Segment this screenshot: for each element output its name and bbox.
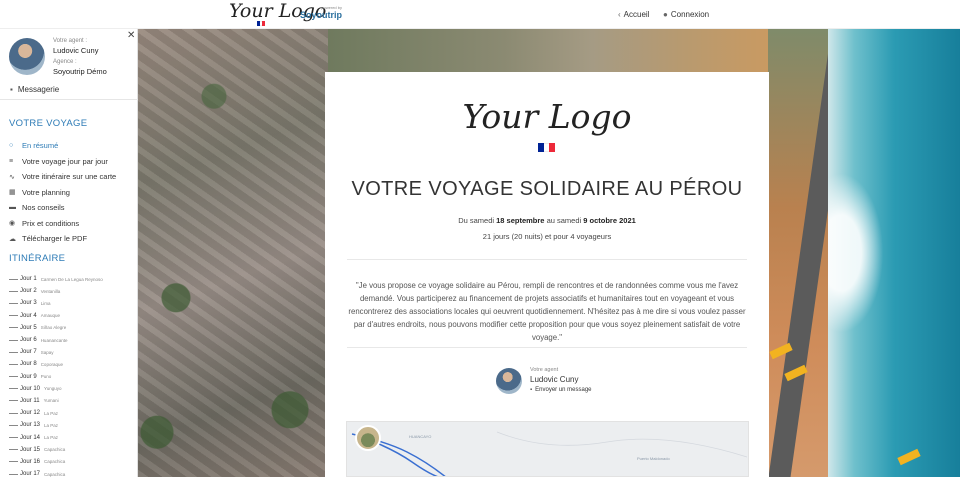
itinerary-day[interactable]: Jour 13 La Paz (9, 419, 103, 431)
list-icon: ≡ (9, 157, 14, 165)
download-icon: ☁ (9, 235, 16, 243)
calendar-icon: ▦ (9, 189, 16, 197)
chat-icon: ▪ (530, 387, 533, 393)
itinerary-day[interactable]: Jour 10 Yunguyo (9, 383, 103, 395)
route-icon: ∿ (9, 173, 15, 181)
soyoutrip-logo: powered by Soyoutrip (300, 5, 342, 20)
divider (347, 259, 747, 260)
menu-advice[interactable]: ▬ Nos conseils (9, 200, 116, 216)
itinerary-day[interactable]: Jour 12 La Paz (9, 407, 103, 419)
itinerary-day[interactable]: Jour 11 Yumani (9, 395, 103, 407)
agent-label: Votre agent (530, 367, 559, 373)
soyoutrip-brand: Soyoutrip (300, 10, 342, 20)
trees-overlay (138, 29, 328, 477)
menu-map[interactable]: ∿ Votre itinéraire sur une carte (9, 169, 116, 185)
top-bar: Your Logo powered by Soyoutrip ‹ Accueil … (0, 0, 960, 29)
itinerary-day[interactable]: Jour 1 Carmen De La Legua Reynoso (9, 273, 103, 285)
itinerary-day[interactable]: Jour 3 Lima (9, 297, 103, 309)
itinerary-map[interactable]: HUANCAYO Puerto Maldonado (346, 421, 749, 477)
close-icon[interactable]: ✕ (127, 30, 135, 41)
itinerary-day[interactable]: Jour 6 Huanancante (9, 334, 103, 346)
messaging-link[interactable]: ▪ Messagerie (10, 85, 59, 94)
price-icon: ◉ (9, 220, 16, 228)
map-label: HUANCAYO (409, 434, 432, 439)
agent-name: Ludovic Cuny (53, 46, 99, 55)
section-trip-title: VOTRE VOYAGE (9, 118, 88, 129)
menu-prices[interactable]: ◉ Prix et conditions (9, 216, 116, 232)
chat-icon: ▪ (10, 85, 13, 94)
itinerary-day[interactable]: Jour 7 Sapay (9, 346, 103, 358)
map-route (351, 431, 748, 476)
ocean (828, 29, 960, 477)
send-message-link[interactable]: ▪ Envoyer un message (530, 387, 592, 393)
menu-day-by-day[interactable]: ≡ Votre voyage jour par jour (9, 154, 116, 170)
agency-label: Agence : (53, 59, 77, 65)
sidebar: ✕ Votre agent : Ludovic Cuny Agence : So… (0, 29, 138, 477)
divider (0, 99, 138, 100)
menu-download-pdf[interactable]: ☁ Télécharger le PDF (9, 231, 116, 247)
menu-summary[interactable]: ○ En résumé (9, 138, 116, 154)
trip-duration: 21 jours (20 nuits) et pour 4 voyageurs (482, 232, 612, 241)
itinerary-day[interactable]: Jour 15 Capachica (9, 444, 103, 456)
french-flag-icon (538, 143, 556, 152)
agent-avatar (9, 38, 45, 75)
itinerary-day[interactable]: Jour 9 Puno (9, 371, 103, 383)
map-label: Puerto Maldonado (637, 456, 670, 461)
book-icon: ▬ (9, 204, 16, 212)
user-icon: ● (663, 10, 668, 19)
trip-summary-card: Your Logo VOTRE VOYAGE SOLIDAIRE AU PÉRO… (325, 72, 769, 477)
itinerary-day[interactable]: Jour 5 Siñao Alegre (9, 322, 103, 334)
section-itinerary-title: ITINÉRAIRE (9, 253, 66, 264)
trip-title: VOTRE VOYAGE SOLIDAIRE AU PÉROU (351, 178, 743, 200)
itinerary-day[interactable]: Jour 16 Capachica (9, 456, 103, 468)
itinerary-list: Jour 1 Carmen De La Legua Reynoso Jour 2V… (9, 273, 103, 480)
login-link[interactable]: ● Connexion (663, 10, 709, 19)
home-link[interactable]: ‹ Accueil (618, 10, 649, 19)
agent-quote: "Je vous propose ce voyage solidaire au … (348, 281, 746, 342)
french-flag-icon (257, 21, 266, 26)
trip-dates: Du samedi 18 septembre au samedi 9 octob… (458, 216, 636, 225)
card-logo: Your Logo (462, 97, 632, 136)
itinerary-day[interactable]: Jour 4 Amauque (9, 310, 103, 322)
trip-menu: ○ En résumé ≡ Votre voyage jour par jour ∿… (9, 138, 116, 247)
chevron-left-icon: ‹ (618, 10, 621, 19)
circle-icon: ○ (9, 142, 14, 150)
divider (347, 347, 747, 348)
agent-avatar (496, 368, 522, 394)
agent-name: Ludovic Cuny (530, 375, 579, 384)
menu-planning[interactable]: ▦ Votre planning (9, 185, 116, 201)
itinerary-day[interactable]: Jour 2 Ventanilla (9, 285, 103, 297)
itinerary-day[interactable]: Jour 14 La Paz (9, 431, 103, 443)
agent-label: Votre agent : (53, 38, 88, 44)
itinerary-day[interactable]: Jour 8 Coporaque (9, 358, 103, 370)
coast-top-strip (328, 29, 768, 73)
itinerary-day[interactable]: Jour 17 Capachica (9, 468, 103, 480)
agency-name: Soyoutrip Démo (53, 67, 107, 76)
map-pin[interactable] (355, 425, 381, 451)
